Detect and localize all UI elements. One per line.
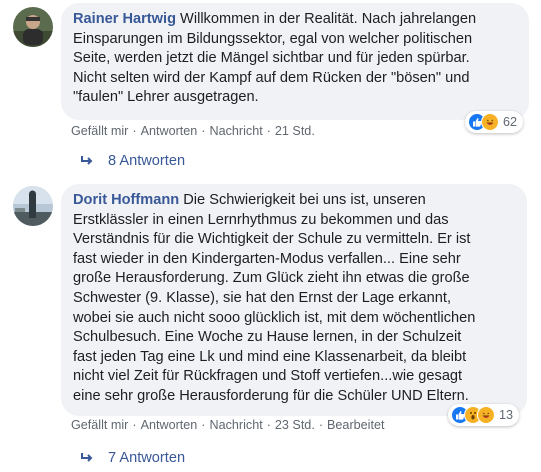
comment-author[interactable]: Rainer Hartwig (73, 11, 176, 27)
like-link[interactable]: Gefällt mir (71, 418, 128, 432)
comment: Rainer Hartwig Willkommen in der Realitä… (0, 0, 541, 175)
comment-actions: Gefällt mir · Antworten · Nachricht · 21 Std. (71, 124, 315, 138)
replies-count-label: 8 Antworten (108, 153, 186, 169)
comment-bubble: Rainer Hartwig Willkommen in der Realitä… (61, 3, 529, 120)
comment: Dorit Hoffmann Die Schwierigkeit bei uns… (0, 180, 541, 472)
like-link[interactable]: Gefällt mir (71, 124, 128, 138)
laugh-icon (481, 113, 499, 131)
reply-link[interactable]: Antworten (141, 418, 198, 432)
view-replies-button[interactable]: 7 Antworten (80, 450, 185, 466)
reaction-count: 62 (503, 115, 518, 129)
separator: · (266, 418, 271, 432)
reply-arrow-icon (81, 156, 93, 165)
avatar[interactable] (13, 186, 53, 226)
comment-actions: Gefällt mir · Antworten · Nachricht · 23 Std. ·… (71, 418, 384, 432)
reaction-summary[interactable]: 13 (448, 404, 520, 426)
reply-arrow-icon (81, 453, 93, 462)
message-link[interactable]: Nachricht (210, 418, 263, 432)
view-replies-button[interactable]: 8 Antworten (80, 153, 185, 169)
comment-author[interactable]: Dorit Hoffmann (73, 192, 179, 208)
separator: · (132, 124, 137, 138)
reaction-count: 13 (499, 408, 514, 422)
reply-link[interactable]: Antworten (141, 124, 198, 138)
laugh-icon (477, 406, 495, 424)
separator: · (201, 124, 206, 138)
separator: · (132, 418, 137, 432)
separator: · (318, 418, 324, 432)
comment-text: Die Schwierigkeit bei uns ist, unseren E… (73, 192, 476, 404)
timestamp[interactable]: 23 Std. (275, 418, 315, 432)
comment-bubble: Dorit Hoffmann Die Schwierigkeit bei uns… (61, 184, 527, 416)
avatar[interactable] (13, 7, 53, 47)
edited-label[interactable]: Bearbeitet (327, 418, 384, 432)
timestamp[interactable]: 21 Std. (275, 124, 315, 138)
replies-count-label: 7 Antworten (108, 450, 186, 466)
separator: · (266, 124, 271, 138)
separator: · (201, 418, 206, 432)
message-link[interactable]: Nachricht (210, 124, 263, 138)
reaction-summary[interactable]: 62 (465, 111, 524, 133)
